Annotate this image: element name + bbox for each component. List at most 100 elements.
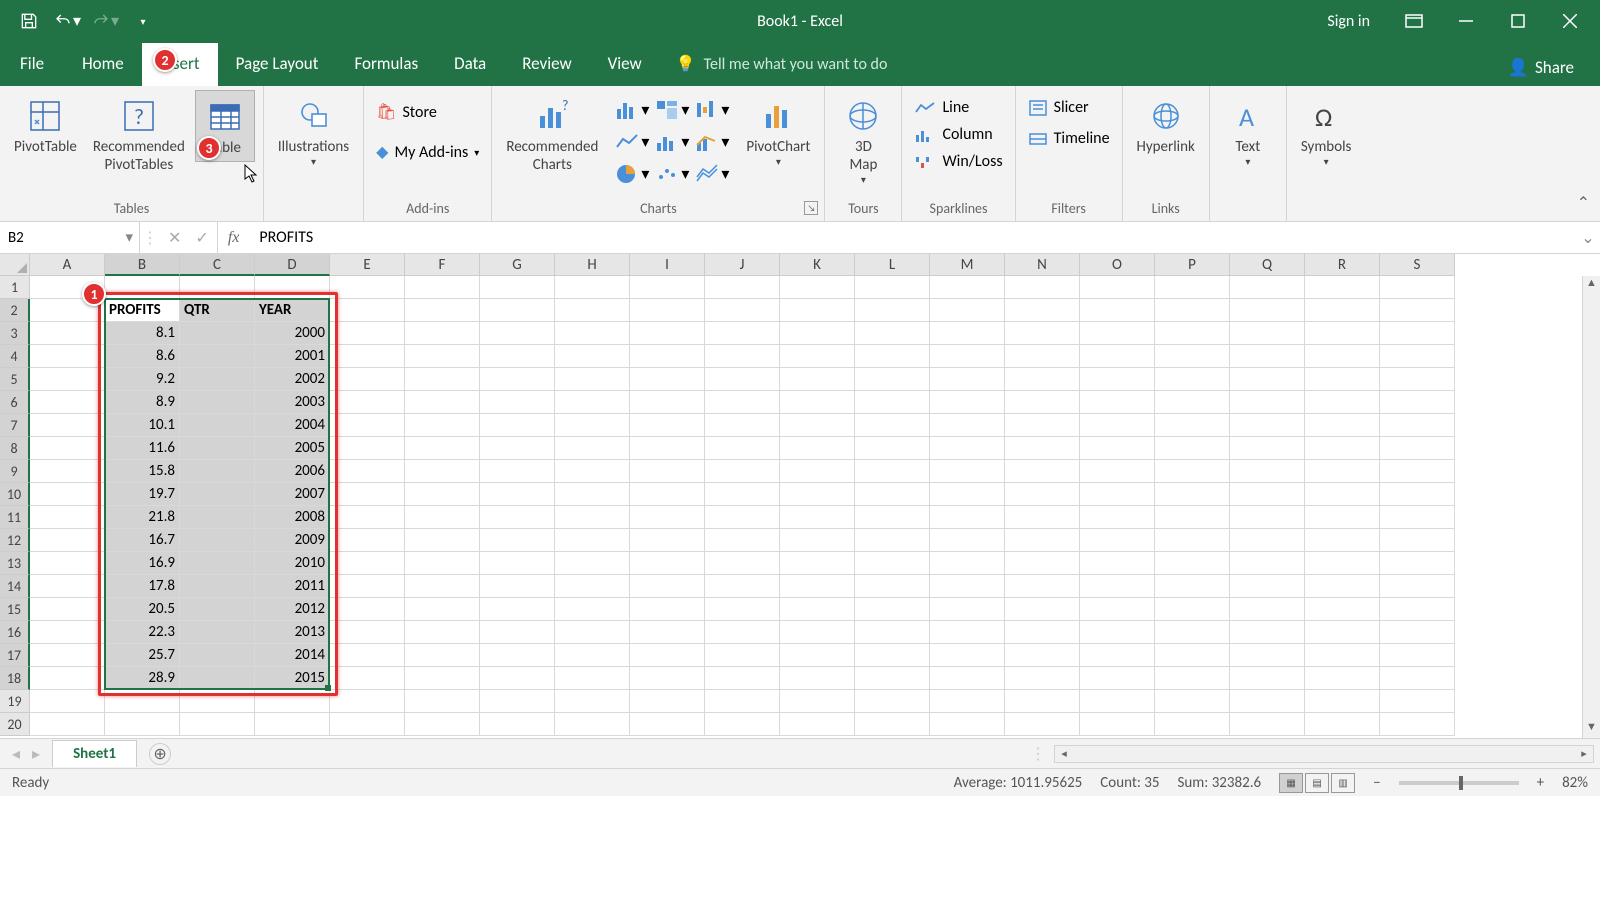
cell-B3[interactable]: 8.1	[105, 322, 180, 345]
cell-N10[interactable]	[1005, 483, 1080, 506]
row-header-4[interactable]: 4	[0, 345, 30, 368]
col-header-Q[interactable]: Q	[1230, 254, 1305, 276]
cell-S19[interactable]	[1380, 690, 1455, 713]
cell-K4[interactable]	[780, 345, 855, 368]
cell-N18[interactable]	[1005, 667, 1080, 690]
cell-B16[interactable]: 22.3	[105, 621, 180, 644]
cell-N13[interactable]	[1005, 552, 1080, 575]
cell-O15[interactable]	[1080, 598, 1155, 621]
cell-C2[interactable]: QTR	[180, 299, 255, 322]
cell-S20[interactable]	[1380, 713, 1455, 736]
cell-L12[interactable]	[855, 529, 930, 552]
cell-K5[interactable]	[780, 368, 855, 391]
cell-H7[interactable]	[555, 414, 630, 437]
horizontal-scrollbar[interactable]: ◂▸	[1054, 745, 1594, 763]
tab-formulas[interactable]: Formulas	[336, 43, 436, 86]
column-chart-icon[interactable]: ▾	[614, 96, 650, 124]
cell-O16[interactable]	[1080, 621, 1155, 644]
cell-E15[interactable]	[330, 598, 405, 621]
cell-G9[interactable]	[480, 460, 555, 483]
cell-C4[interactable]	[180, 345, 255, 368]
cell-M16[interactable]	[930, 621, 1005, 644]
cell-O19[interactable]	[1080, 690, 1155, 713]
slicer-button[interactable]: Slicer	[1024, 96, 1093, 119]
cell-B10[interactable]: 19.7	[105, 483, 180, 506]
cell-C14[interactable]	[180, 575, 255, 598]
cell-D7[interactable]: 2004	[255, 414, 330, 437]
cell-B20[interactable]	[105, 713, 180, 736]
enter-icon[interactable]: ✓	[195, 228, 208, 248]
col-header-M[interactable]: M	[930, 254, 1005, 276]
cell-N20[interactable]	[1005, 713, 1080, 736]
surface-chart-icon[interactable]: ▾	[694, 160, 730, 188]
select-all-corner[interactable]	[0, 254, 30, 276]
cell-I9[interactable]	[630, 460, 705, 483]
cell-H11[interactable]	[555, 506, 630, 529]
recommended-charts-button[interactable]: ? Recommended Charts	[500, 90, 604, 178]
hyperlink-button[interactable]: Hyperlink	[1131, 90, 1201, 160]
minimize-button[interactable]	[1440, 0, 1492, 42]
cell-P18[interactable]	[1155, 667, 1230, 690]
cell-M14[interactable]	[930, 575, 1005, 598]
cell-L15[interactable]	[855, 598, 930, 621]
cell-D1[interactable]	[255, 276, 330, 299]
cell-L6[interactable]	[855, 391, 930, 414]
statistic-chart-icon[interactable]: ▾	[654, 128, 690, 156]
cell-K3[interactable]	[780, 322, 855, 345]
cell-C15[interactable]	[180, 598, 255, 621]
cell-H17[interactable]	[555, 644, 630, 667]
share-button[interactable]: 👤 Share	[1490, 49, 1592, 86]
tab-insert[interactable]: Insert	[142, 43, 218, 86]
cell-G4[interactable]	[480, 345, 555, 368]
cell-H12[interactable]	[555, 529, 630, 552]
cell-A19[interactable]	[30, 690, 105, 713]
cell-P17[interactable]	[1155, 644, 1230, 667]
cell-O3[interactable]	[1080, 322, 1155, 345]
cell-E11[interactable]	[330, 506, 405, 529]
spreadsheet-grid[interactable]: ABCDEFGHIJKLMNOPQRS 12345678910111213141…	[0, 254, 1600, 738]
cell-N15[interactable]	[1005, 598, 1080, 621]
cell-H10[interactable]	[555, 483, 630, 506]
cell-B14[interactable]: 17.8	[105, 575, 180, 598]
row-header-1[interactable]: 1	[0, 276, 30, 299]
cell-S15[interactable]	[1380, 598, 1455, 621]
row-header-16[interactable]: 16	[0, 621, 30, 644]
cell-A10[interactable]	[30, 483, 105, 506]
cell-K20[interactable]	[780, 713, 855, 736]
cell-S8[interactable]	[1380, 437, 1455, 460]
cell-O18[interactable]	[1080, 667, 1155, 690]
cell-E13[interactable]	[330, 552, 405, 575]
cell-G8[interactable]	[480, 437, 555, 460]
cell-J6[interactable]	[705, 391, 780, 414]
cell-K8[interactable]	[780, 437, 855, 460]
cell-S14[interactable]	[1380, 575, 1455, 598]
cell-K12[interactable]	[780, 529, 855, 552]
cell-G5[interactable]	[480, 368, 555, 391]
cell-R1[interactable]	[1305, 276, 1380, 299]
line-chart-icon[interactable]: ▾	[614, 128, 650, 156]
cell-J11[interactable]	[705, 506, 780, 529]
col-header-P[interactable]: P	[1155, 254, 1230, 276]
cell-B17[interactable]: 25.7	[105, 644, 180, 667]
zoom-in-button[interactable]: +	[1537, 774, 1544, 792]
cell-C3[interactable]	[180, 322, 255, 345]
cell-I7[interactable]	[630, 414, 705, 437]
cell-F12[interactable]	[405, 529, 480, 552]
cell-S6[interactable]	[1380, 391, 1455, 414]
cell-I12[interactable]	[630, 529, 705, 552]
tab-page-layout[interactable]: Page Layout	[218, 43, 337, 86]
cell-D4[interactable]: 2001	[255, 345, 330, 368]
cell-L20[interactable]	[855, 713, 930, 736]
col-header-O[interactable]: O	[1080, 254, 1155, 276]
cell-E12[interactable]	[330, 529, 405, 552]
cell-I15[interactable]	[630, 598, 705, 621]
cell-B11[interactable]: 21.8	[105, 506, 180, 529]
cell-I1[interactable]	[630, 276, 705, 299]
cell-D10[interactable]: 2007	[255, 483, 330, 506]
cell-J14[interactable]	[705, 575, 780, 598]
cell-L7[interactable]	[855, 414, 930, 437]
cell-R6[interactable]	[1305, 391, 1380, 414]
cell-P11[interactable]	[1155, 506, 1230, 529]
cell-S4[interactable]	[1380, 345, 1455, 368]
cell-J7[interactable]	[705, 414, 780, 437]
